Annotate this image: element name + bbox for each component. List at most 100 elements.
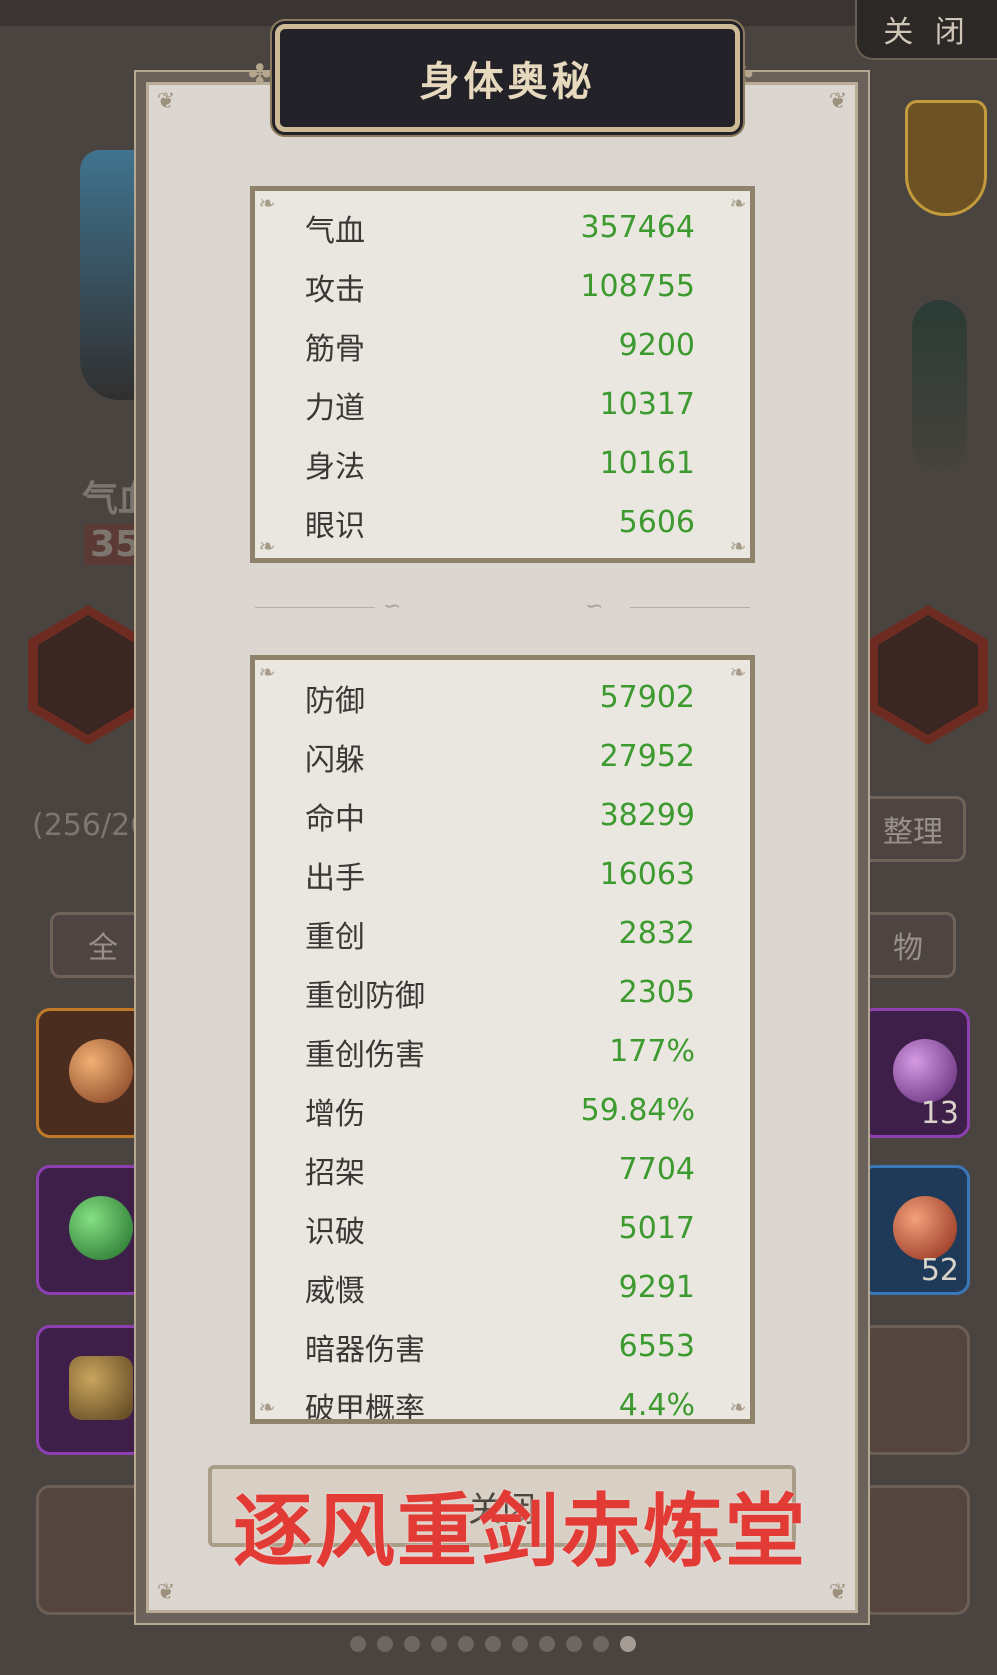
right-mount-slot[interactable] — [868, 605, 988, 745]
corner-ornament-icon: ❦ — [828, 89, 848, 114]
right-accessory-figure — [912, 300, 967, 470]
stat-row-clipped: 破甲概率 4.4% — [305, 1376, 695, 1424]
stat-row: 识破 5017 — [305, 1199, 695, 1258]
stat-row: 筋骨 9200 — [305, 316, 695, 375]
stat-row: 命中 38299 — [305, 786, 695, 845]
stat-row: 暗器伤害 6553 — [305, 1317, 695, 1376]
left-partial-label-hp: 气血 — [82, 479, 142, 520]
modal-title: 身体奥秘 — [275, 24, 740, 132]
corner-ornament-icon: ❧ — [729, 191, 747, 215]
stat-row: 招架 7704 — [305, 1140, 695, 1199]
stat-label: 气血 — [305, 213, 365, 249]
stat-value: 10317 — [599, 387, 695, 422]
corner-ornament-icon: ❧ — [729, 534, 747, 558]
stat-label: 身法 — [305, 449, 365, 485]
stat-row: 防御 57902 — [305, 668, 695, 727]
stat-value: 177% — [609, 1034, 695, 1069]
forbidden-badge-icon[interactable] — [905, 100, 987, 216]
stat-value: 9200 — [618, 328, 695, 363]
stat-value: 108755 — [580, 269, 695, 304]
section-divider: ∽ ∽ — [255, 594, 750, 619]
slot-count: 52 — [920, 1253, 959, 1288]
stat-label: 攻击 — [305, 272, 365, 308]
stat-value: 2832 — [618, 916, 695, 951]
background-close-tab[interactable]: 关 闭 — [855, 0, 997, 60]
corner-ornament-icon: ❧ — [258, 191, 276, 215]
stat-value: 57902 — [599, 680, 695, 715]
top-status-bar — [0, 0, 997, 26]
stat-label: 防御 — [305, 683, 365, 719]
left-weapon-slot[interactable] — [28, 605, 148, 745]
stat-label: 重创伤害 — [305, 1037, 425, 1073]
stat-label: 重创防御 — [305, 978, 425, 1014]
stat-row: 重创 2832 — [305, 904, 695, 963]
swirl-ornament-icon: ∽ — [585, 594, 604, 619]
stat-row: 闪躲 27952 — [305, 727, 695, 786]
left-partial-capacity: (256/26 — [32, 808, 142, 843]
stat-row: 攻击 108755 — [305, 257, 695, 316]
corner-ornament-icon: ❦ — [156, 1580, 176, 1605]
stat-row: 威慑 9291 — [305, 1258, 695, 1317]
inventory-slot-empty[interactable] — [860, 1485, 970, 1615]
filter-all-label: 全 — [88, 931, 118, 966]
inventory-slot[interactable]: 52 — [860, 1165, 970, 1295]
stat-value: 59.84% — [580, 1093, 695, 1128]
organize-button[interactable]: 整理 — [860, 796, 966, 862]
corner-ornament-icon: ❦ — [828, 1580, 848, 1605]
stat-label: 出手 — [305, 860, 365, 896]
corner-ornament-icon: ❧ — [258, 660, 276, 684]
slot-count: 13 — [920, 1096, 959, 1131]
stat-label: 筋骨 — [305, 331, 365, 367]
stat-row: 出手 16063 — [305, 845, 695, 904]
inventory-slot[interactable] — [36, 1008, 146, 1138]
stat-label: 增伤 — [305, 1096, 365, 1132]
inventory-slot[interactable] — [36, 1165, 146, 1295]
filter-item-button[interactable]: 物 — [860, 912, 956, 978]
stat-label: 招架 — [305, 1155, 365, 1191]
stat-value: 7704 — [618, 1152, 695, 1187]
stat-row: 力道 10317 — [305, 375, 695, 434]
stat-value: 16063 — [599, 857, 695, 892]
stat-row: 气血 357464 — [305, 198, 695, 257]
primary-stats-panel: ❧ ❧ ❧ ❧ 气血 357464 攻击 108755 筋骨 9200 力道 10317… — [250, 186, 755, 563]
swirl-ornament-icon: ∽ — [383, 594, 402, 619]
stat-label: 破甲概率 — [305, 1391, 425, 1424]
inventory-slot[interactable] — [36, 1325, 146, 1455]
corner-ornament-icon: ❧ — [729, 1395, 747, 1419]
stat-value: 357464 — [580, 210, 695, 245]
page-indicator — [350, 1636, 636, 1652]
stat-value: 4.4% — [618, 1388, 695, 1423]
stat-row: 重创防御 2305 — [305, 963, 695, 1022]
corner-ornament-icon: ❧ — [258, 534, 276, 558]
stat-label: 力道 — [305, 390, 365, 426]
stat-label: 识破 — [305, 1214, 365, 1250]
stat-label: 眼识 — [305, 508, 365, 544]
stat-label: 威慑 — [305, 1273, 365, 1309]
stat-row: 身法 10161 — [305, 434, 695, 493]
corner-ornament-icon: ❦ — [156, 89, 176, 114]
corner-ornament-icon: ❧ — [729, 660, 747, 684]
stat-value: 27952 — [599, 739, 695, 774]
stat-label: 闪躲 — [305, 742, 365, 778]
inventory-slot-empty[interactable] — [860, 1325, 970, 1455]
stat-value: 5606 — [618, 505, 695, 540]
stat-value: 38299 — [599, 798, 695, 833]
watermark-text: 逐风重剑赤炼堂 — [233, 1485, 807, 1578]
secondary-stats-panel: ❧ ❧ ❧ ❧ 防御 57902 闪躲 27952 命中 38299 出手 16063 … — [250, 655, 755, 1424]
stat-label: 重创 — [305, 919, 365, 955]
stat-value: 5017 — [618, 1211, 695, 1246]
organize-label: 整理 — [883, 815, 943, 850]
corner-ornament-icon: ❧ — [258, 1395, 276, 1419]
left-character-figure — [80, 150, 140, 400]
inventory-slot-empty[interactable] — [36, 1485, 146, 1615]
stat-label: 命中 — [305, 801, 365, 837]
stat-value: 6553 — [618, 1329, 695, 1364]
stat-row: 增伤 59.84% — [305, 1081, 695, 1140]
inventory-slot[interactable]: 13 — [860, 1008, 970, 1138]
filter-item-label: 物 — [893, 931, 923, 966]
title-ornament-left-icon: ✤ — [248, 58, 272, 91]
stat-label: 暗器伤害 — [305, 1332, 425, 1368]
stat-row: 重创伤害 177% — [305, 1022, 695, 1081]
stat-value: 10161 — [599, 446, 695, 481]
stat-row: 眼识 5606 — [305, 493, 695, 552]
